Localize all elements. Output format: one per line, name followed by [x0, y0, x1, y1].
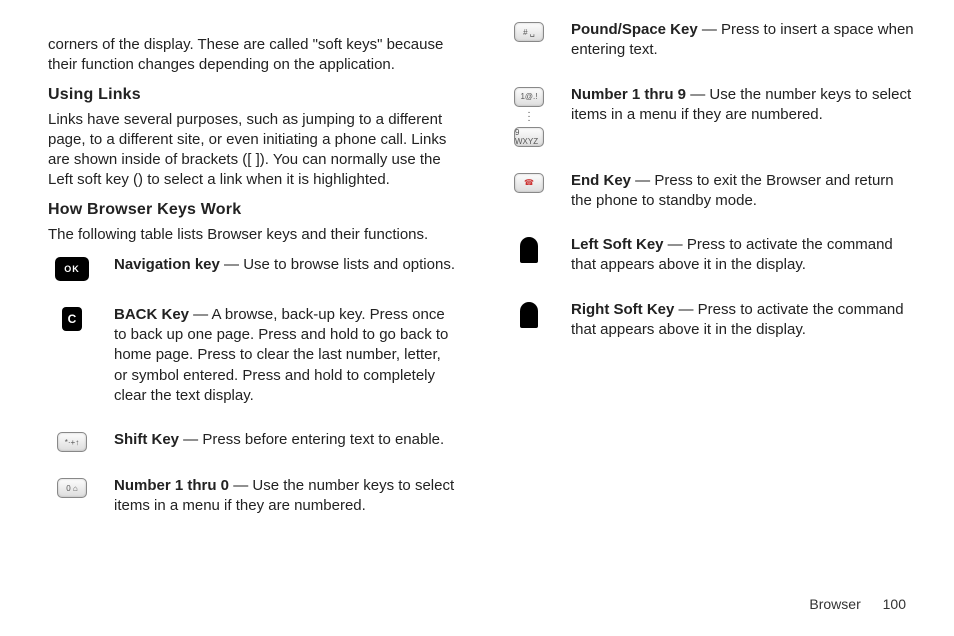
key-label: End Key: [571, 172, 631, 189]
key-label: Navigation key: [114, 256, 220, 273]
browser-keys-intro: The following table lists Browser keys a…: [48, 225, 457, 245]
shift-key-icon: *·+↑: [57, 432, 87, 452]
key-label: Shift Key: [114, 431, 179, 448]
zero-key-icon: 0 ⌂: [57, 478, 87, 498]
ok-key-icon: OK: [55, 257, 89, 281]
key-row-shift: *·+↑ Shift Key — Press before entering t…: [48, 430, 457, 452]
number-keys-icon: 1@.! ··· 9 WXYZ: [514, 87, 544, 147]
left-soft-key-icon: [520, 237, 538, 263]
key-label: Right Soft Key: [571, 301, 674, 318]
pound-key-icon: # ␣: [514, 22, 544, 42]
right-soft-key-icon: [520, 302, 538, 328]
nine-key-icon: 9 WXYZ: [514, 127, 544, 147]
key-row-right-soft: Right Soft Key — Press to activate the c…: [505, 300, 914, 341]
left-column: corners of the display. These are called…: [48, 20, 457, 541]
key-row-one-thru-nine: 1@.! ··· 9 WXYZ Number 1 thru 9 — Use th…: [505, 85, 914, 147]
key-desc: — Press before entering text to enable.: [179, 431, 444, 448]
back-key-icon: C: [62, 307, 82, 331]
right-column: # ␣ Pound/Space Key — Press to insert a …: [505, 20, 914, 541]
key-label: BACK Key: [114, 306, 189, 323]
key-row-left-soft: Left Soft Key — Press to activate the co…: [505, 235, 914, 276]
key-row-navigation: OK Navigation key — Use to browse lists …: [48, 255, 457, 281]
key-label: Pound/Space Key: [571, 21, 698, 38]
key-row-back: C BACK Key — A browse, back-up key. Pres…: [48, 305, 457, 406]
key-desc: — Use to browse lists and options.: [220, 256, 455, 273]
key-label: Left Soft Key: [571, 236, 664, 253]
intro-continuation: corners of the display. These are called…: [48, 35, 457, 76]
using-links-body: Links have several purposes, such as jum…: [48, 110, 457, 191]
key-row-zero: 0 ⌂ Number 1 thru 0 — Use the number key…: [48, 476, 457, 517]
key-row-pound: # ␣ Pound/Space Key — Press to insert a …: [505, 20, 914, 61]
key-row-end: ☎ End Key — Press to exit the Browser an…: [505, 171, 914, 212]
page-footer: Browser 100: [809, 596, 906, 612]
ellipsis-icon: ···: [527, 111, 530, 123]
heading-browser-keys: How Browser Keys Work: [48, 201, 457, 219]
end-key-icon: ☎: [514, 173, 544, 193]
key-label: Number 1 thru 0: [114, 477, 229, 494]
footer-page-number: 100: [883, 596, 906, 612]
key-label: Number 1 thru 9: [571, 86, 686, 103]
footer-section: Browser: [809, 596, 860, 612]
heading-using-links: Using Links: [48, 86, 457, 104]
one-key-icon: 1@.!: [514, 87, 544, 107]
